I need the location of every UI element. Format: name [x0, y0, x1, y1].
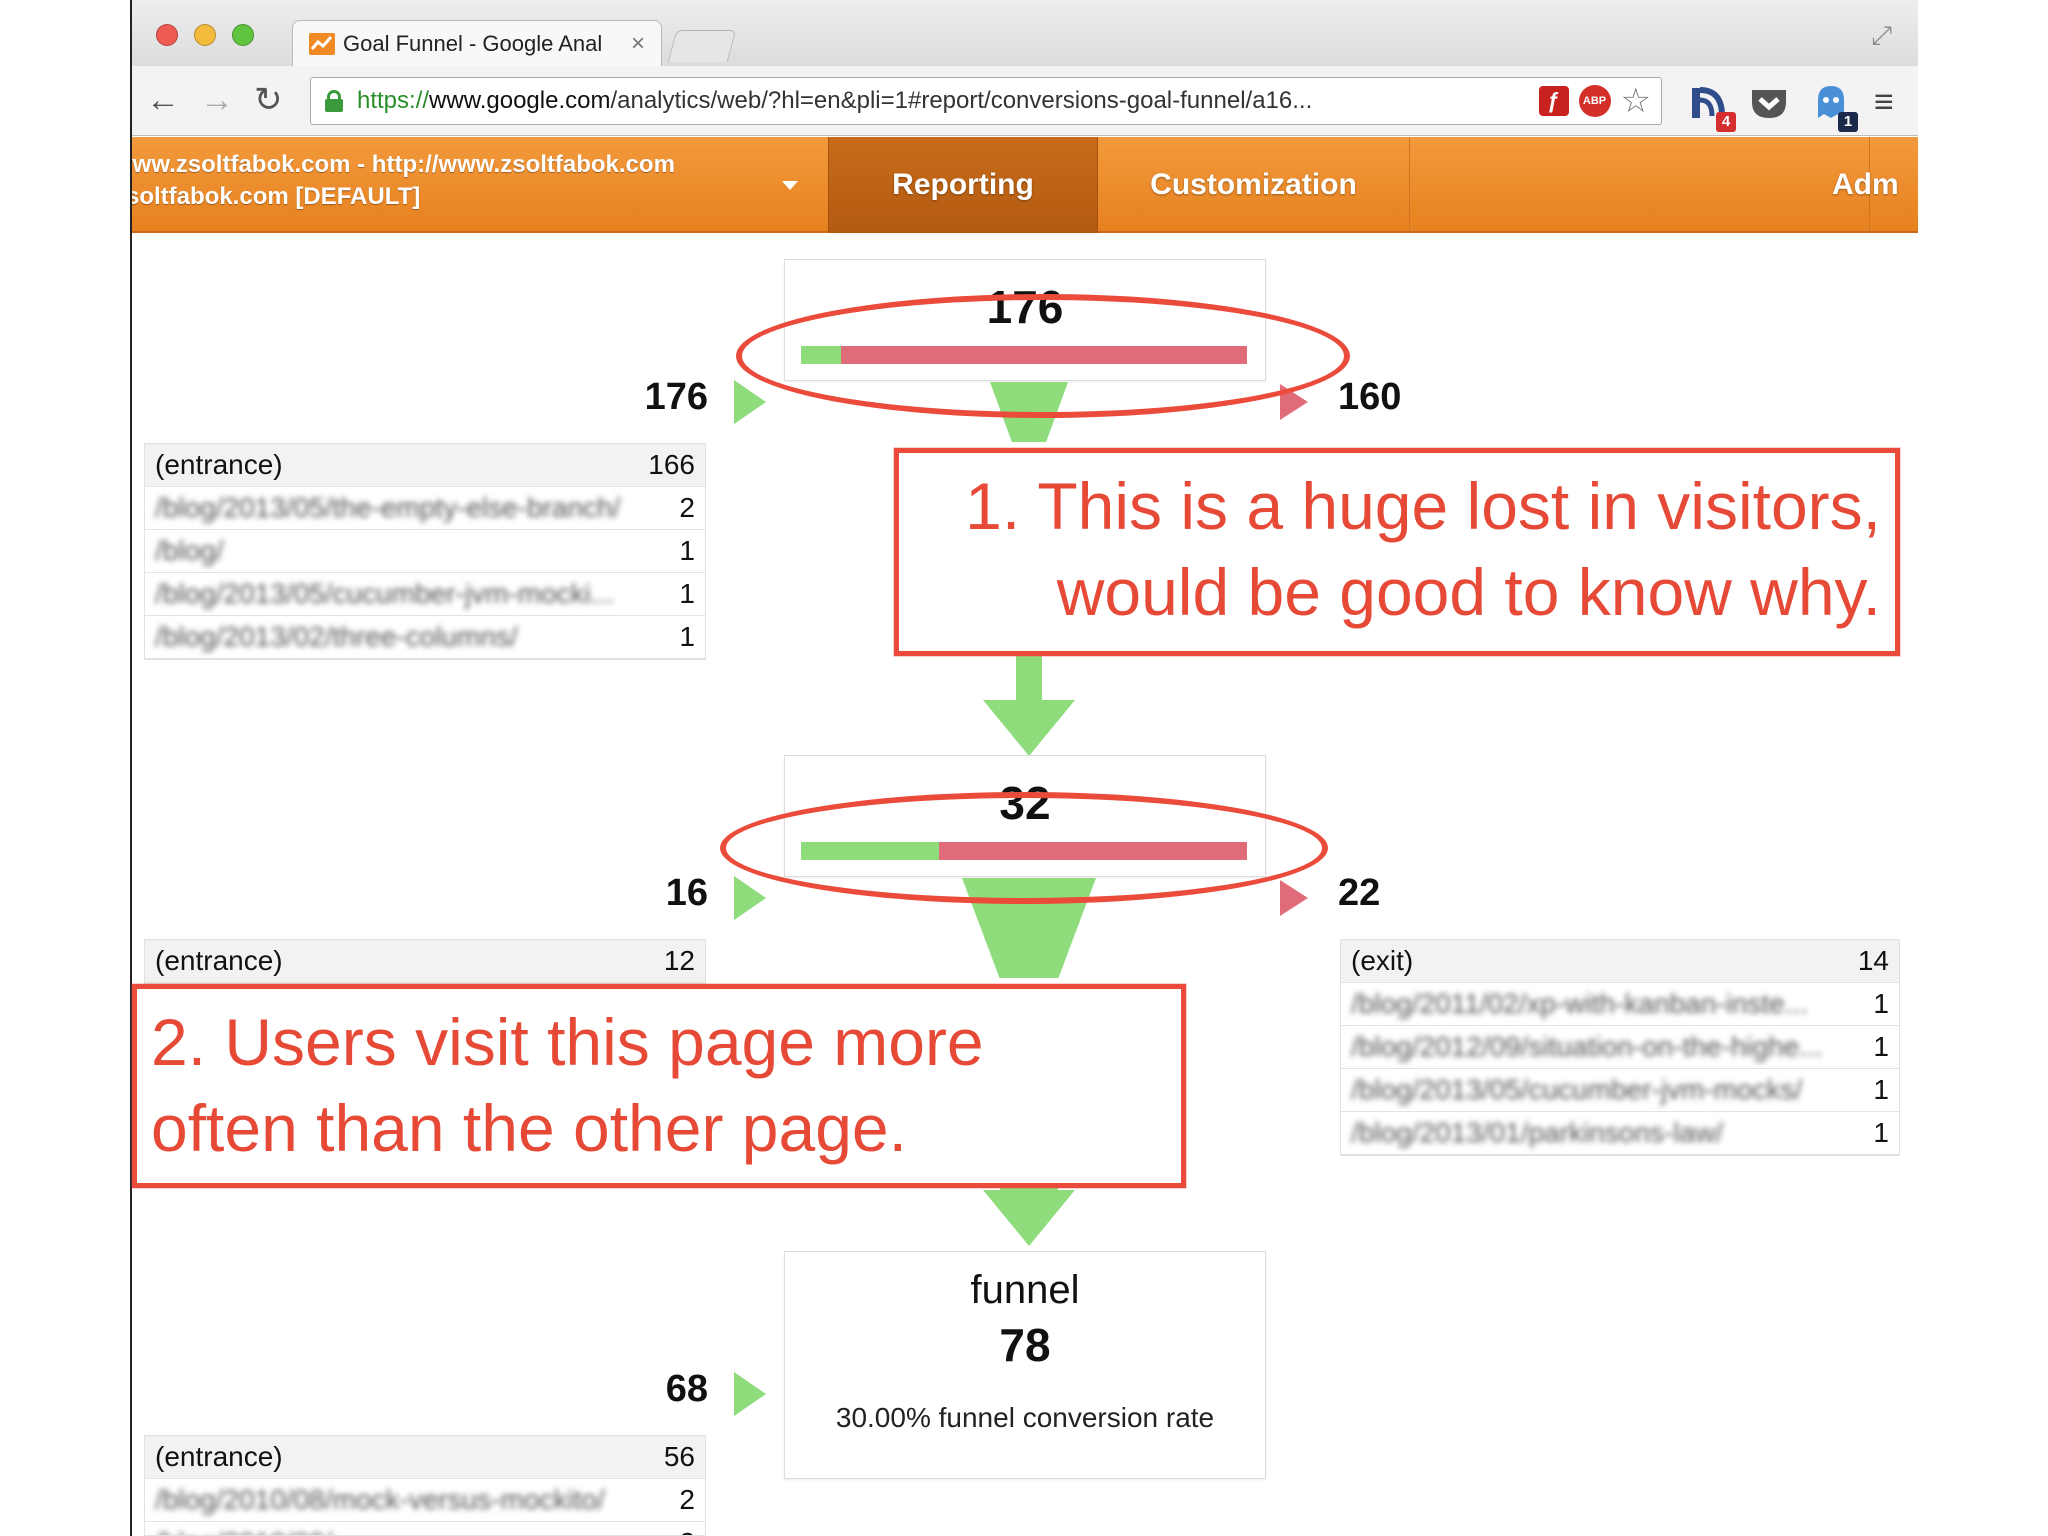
browser-tab[interactable]: Goal Funnel - Google Anal × — [292, 20, 662, 66]
funnel-down-arrow-icon — [983, 1190, 1075, 1246]
table-row[interactable]: /blog/1 — [145, 530, 705, 573]
back-button[interactable]: ← — [146, 80, 180, 120]
step-2-sources-table: (entrance) 12 — [144, 939, 706, 984]
tab-customization[interactable]: Customization — [1098, 137, 1410, 233]
table-row[interactable]: (exit) 14 — [1341, 940, 1899, 983]
forward-button[interactable]: → — [200, 80, 234, 120]
table-row[interactable]: /blog/2013/02/three-columns/1 — [145, 616, 705, 659]
table-row[interactable]: (entrance) 56 — [145, 1436, 705, 1479]
omnibox-extensions: ƒ ABP ☆ — [1538, 84, 1661, 118]
table-row[interactable]: (entrance) 12 — [145, 940, 705, 983]
step-1-sources-table: (entrance) 166 /blog/2013/05/the-empty-el… — [144, 443, 706, 660]
table-row[interactable]: /blog/2011/02/xp-with-kanban-inste... 1 — [1341, 983, 1899, 1026]
annotation-1-line-2: would be good to know why. — [1056, 555, 1881, 629]
goal-entries: 68 — [665, 1368, 708, 1410]
star-icon[interactable]: ☆ — [1621, 84, 1651, 118]
tab-admin-label: Adm — [1832, 168, 1899, 201]
funnel-down-arrow-icon — [983, 700, 1075, 756]
goal-sources-table: (entrance) 56 /blog/2010/08/mock-versus-m… — [144, 1435, 706, 1536]
caret-down-icon[interactable] — [782, 181, 798, 190]
table-row[interactable]: /blog/2013/05/cucumber-jvm-mocks/1 — [1341, 1069, 1899, 1112]
account-selector[interactable]: www.zsoltfabok.com - http://www.zsoltfab… — [130, 149, 814, 221]
table-row[interactable]: /blog/2013/01/parkinsons-law/1 — [1341, 1112, 1899, 1155]
address-bar[interactable]: https:// www.google.com/analytics/web/?h… — [310, 77, 1662, 125]
annotation-1-line-1: 1. This is a huge lost in visitors, — [965, 469, 1881, 543]
abp-icon[interactable]: ABP — [1578, 85, 1611, 117]
table-row[interactable]: /blog/2013/05/cucumber-jvm-mocki... 1 — [145, 573, 705, 616]
url-text: www.google.com/analytics/web/?hl=en&pli=… — [429, 87, 1538, 115]
new-tab-button[interactable] — [667, 30, 737, 62]
window-minimize-button[interactable] — [194, 24, 216, 46]
highlight-ring-step-2 — [720, 792, 1328, 904]
annotation-2-line-2: often than the other page. — [151, 1091, 907, 1165]
goal-title: funnel — [970, 1268, 1080, 1312]
tab-bar: Goal Funnel - Google Anal × ⤢ — [132, 0, 1918, 66]
goal-conversion-rate: 30.00% funnel conversion rate — [835, 1402, 1215, 1433]
annotation-note-2: 2. Users visit this page more often than… — [132, 984, 1186, 1188]
entries-arrow-icon — [734, 1372, 766, 1416]
lock-icon — [325, 90, 343, 112]
exits-arrow-icon — [1280, 880, 1308, 916]
account-line-1: www.zsoltfabok.com - http://www.zsoltfab… — [130, 151, 675, 178]
fullscreen-icon[interactable]: ⤢ — [1871, 20, 1892, 52]
highlight-ring-step-1 — [736, 294, 1350, 418]
url-path: /analytics/web/?hl=en&pli=1#report/conve… — [610, 87, 1313, 114]
step-2-exits: 22 — [1338, 872, 1381, 914]
pocket-icon[interactable] — [1748, 82, 1790, 124]
window-close-button[interactable] — [156, 24, 178, 46]
table-row[interactable]: /blog/2010/08/mock-versus-mockito/2 — [145, 1479, 705, 1522]
analytics-favicon-icon — [309, 32, 335, 55]
table-row[interactable]: /blog/2012/09/situation-on-the-highe... 1 — [1341, 1026, 1899, 1069]
step-1-entries: 176 — [644, 376, 708, 418]
tab-admin[interactable]: Adm — [1410, 137, 1899, 233]
url-scheme: https:// — [357, 87, 430, 114]
menu-icon[interactable]: ≡ — [1874, 82, 1894, 122]
analytics-nav: www.zsoltfabok.com - http://www.zsoltfab… — [132, 137, 1918, 233]
tab-reporting[interactable]: Reporting — [828, 137, 1098, 233]
rss-badge: 4 — [1716, 112, 1736, 132]
step-1-exits: 160 — [1338, 376, 1402, 418]
funnel-flow — [1016, 654, 1042, 702]
table-row[interactable]: /blog/2013/05/the-empty-else-branch/2 — [145, 487, 705, 530]
browser-toolbar: ← → ↻ https:// www.google.com/analytics/… — [132, 66, 1918, 136]
step-2-entries: 16 — [665, 872, 708, 914]
rss-icon[interactable]: 4 — [1688, 82, 1736, 132]
flash-icon[interactable]: ƒ — [1538, 86, 1569, 116]
url-host: www.google.com — [429, 87, 611, 114]
annotation-2-line-1: 2. Users visit this page more — [151, 1005, 984, 1079]
tab-title: Goal Funnel - Google Anal — [343, 30, 603, 56]
entries-arrow-icon — [734, 876, 766, 920]
goal-value: 78 — [999, 1319, 1051, 1371]
reload-button[interactable]: ↻ — [254, 80, 283, 120]
table-row[interactable]: /blog/2010/09/...2 — [145, 1522, 705, 1535]
annotation-note-1: 1. This is a huge lost in visitors, woul… — [894, 448, 1900, 656]
window-maximize-button[interactable] — [232, 24, 254, 46]
account-line-2: zsoltfabok.com [DEFAULT] — [130, 183, 421, 210]
ghost-icon[interactable]: 1 — [1810, 82, 1858, 132]
table-row[interactable]: (entrance) 166 — [145, 444, 705, 487]
funnel-goal[interactable]: funnel 78 30.00% funnel conversion rate — [784, 1251, 1266, 1479]
entries-arrow-icon — [734, 380, 766, 424]
ghostery-badge: 1 — [1838, 112, 1858, 132]
step-2-exits-table: (exit) 14 /blog/2011/02/xp-with-kanban-in… — [1340, 939, 1900, 1156]
tab-close-icon[interactable]: × — [631, 30, 645, 58]
